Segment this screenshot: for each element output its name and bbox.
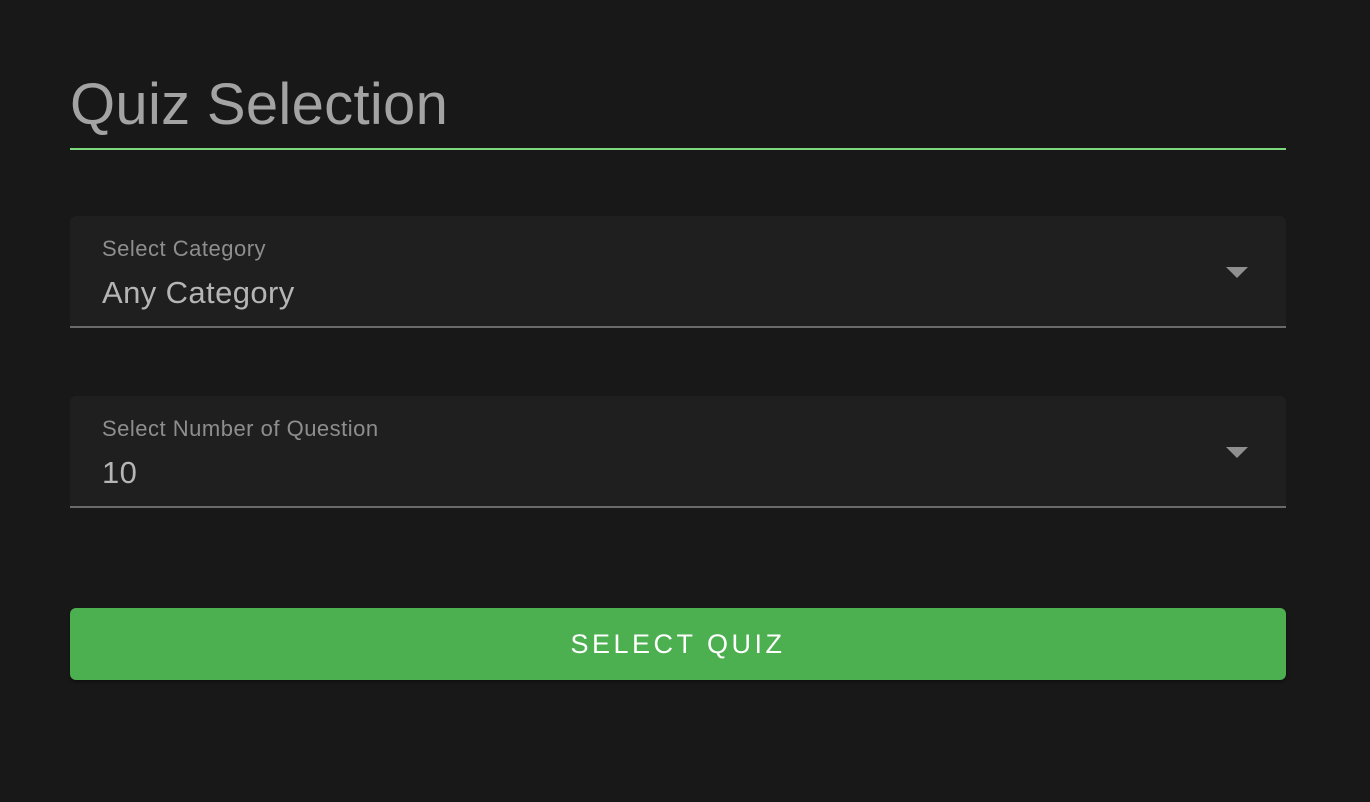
page-title: Quiz Selection [70,72,449,137]
select-quiz-button[interactable]: SELECT QUIZ [70,608,1286,680]
question-count-select-label: Select Number of Question [102,416,379,441]
category-select-label: Select Category [102,236,267,261]
question-count-select[interactable]: Select Number of Question 10 [70,396,1286,508]
chevron-down-icon[interactable] [1226,447,1248,458]
category-select-value: Any Category [102,275,295,310]
page-header: Quiz Selection [70,70,1286,150]
category-select[interactable]: Select Category Any Category [70,216,1286,328]
question-count-select-value: 10 [102,455,138,490]
chevron-down-icon[interactable] [1226,267,1248,278]
quiz-selection-page: Quiz Selection Select Category Any Categ… [0,0,1370,802]
